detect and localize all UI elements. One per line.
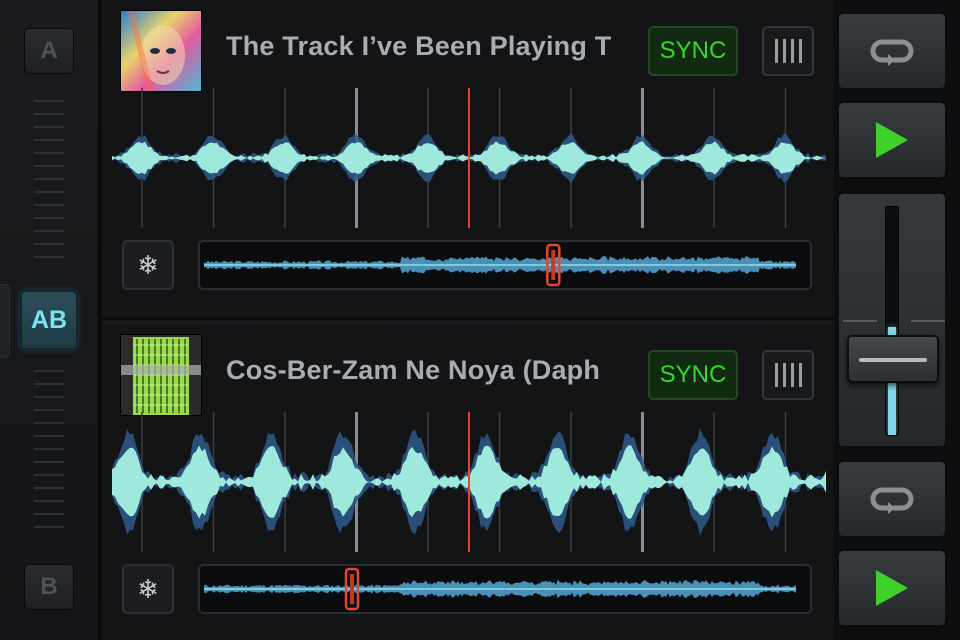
loop-icon [870, 487, 914, 514]
deck-a-sync-button[interactable]: SYNC [648, 26, 738, 76]
crossfader-ab-button[interactable]: AB [20, 290, 78, 350]
fader-handle[interactable] [847, 335, 939, 383]
deck-b-cover-art [120, 334, 202, 416]
deck-a-play-button[interactable] [837, 101, 947, 179]
deck-b-freeze-button[interactable]: ❄ [122, 564, 174, 614]
deck-b-loop-button[interactable] [837, 460, 947, 538]
deck-a-freeze-button[interactable]: ❄ [122, 240, 174, 290]
deck-a-loop-button[interactable] [837, 12, 947, 90]
fader-tick-right [911, 320, 945, 322]
deck-b: Cos-Ber-Zam Ne Noya (Daph SYNC ❄ [102, 324, 834, 640]
channel-fader[interactable] [837, 192, 947, 448]
fader-tick-left [843, 320, 877, 322]
deck-a-track-overview[interactable] [198, 240, 812, 290]
deck-b-track-overview[interactable] [198, 564, 812, 614]
deck-a-waveform[interactable] [112, 88, 826, 228]
snowflake-icon: ❄ [137, 249, 159, 280]
deck-a-track-title[interactable]: The Track I’ve Been Playing T [226, 26, 636, 66]
deck-a-button[interactable]: A [24, 28, 74, 74]
deck-b-button[interactable]: B [24, 564, 74, 610]
deck-b-beatgrid-button[interactable] [762, 350, 814, 400]
deck-b-play-button[interactable] [837, 549, 947, 627]
snowflake-icon: ❄ [137, 573, 159, 604]
fader-track [885, 206, 899, 436]
deck-b-sync-button[interactable]: SYNC [648, 350, 738, 400]
play-icon [876, 122, 908, 158]
loop-icon [870, 39, 914, 66]
deck-a: The Track I’ve Been Playing T SYNC ❄ [102, 0, 834, 318]
deck-b-waveform[interactable] [112, 412, 826, 552]
deck-b-track-title[interactable]: Cos-Ber-Zam Ne Noya (Daph [226, 350, 636, 390]
play-icon [876, 570, 908, 606]
crossfader-ticks-bottom [34, 370, 64, 539]
deck-a-cover-art [120, 10, 202, 92]
deck-a-beatgrid-button[interactable] [762, 26, 814, 76]
crossfader-handle-notch [0, 284, 10, 358]
crossfader-ticks-top [34, 100, 64, 269]
